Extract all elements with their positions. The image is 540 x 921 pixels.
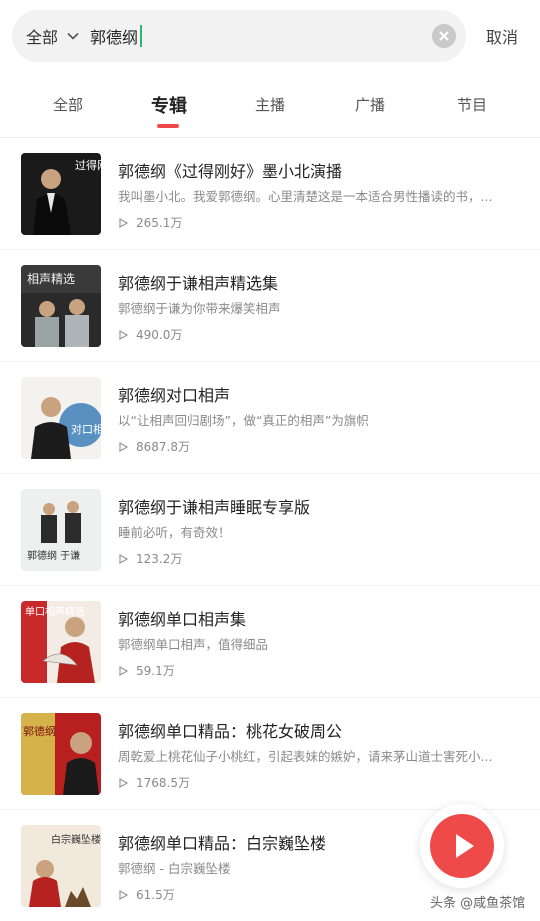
play-count-value: 490.0万 [136, 328, 183, 342]
play-count: 1768.5万 [118, 774, 190, 791]
play-count-icon [119, 217, 128, 228]
play-count-icon [119, 665, 128, 676]
play-count-icon [119, 889, 128, 900]
play-count-value: 123.2万 [136, 552, 183, 566]
play-count-value: 59.1万 [136, 664, 175, 678]
list-item[interactable]: 相声精选 郭德纲于谦相声精选集 郭德纲于谦为你带来爆笑相声 490.0万 [0, 250, 540, 362]
cover-text: 相声精选 [27, 272, 75, 286]
album-desc: 以“让相声回归剧场”，做“真正的相声”为旗帜 [118, 413, 369, 428]
album-cover: 单口相声精选 [21, 601, 101, 683]
clear-icon[interactable] [432, 24, 456, 48]
tab-hosts[interactable]: 主播 [255, 94, 285, 115]
album-cover: 郭德纲 于谦 [21, 489, 101, 571]
album-title: 郭德纲单口精品：白宗巍坠楼 [118, 834, 327, 853]
cover-text: 白宗巍坠楼 [51, 833, 101, 846]
chevron-down-icon [67, 32, 79, 40]
category-tabs: 全部 专辑 主播 广播 节目 [0, 80, 540, 138]
play-count: 265.1万 [118, 214, 182, 231]
tab-all[interactable]: 全部 [53, 94, 83, 115]
list-item[interactable]: 郭德纲 于谦 郭德纲于谦相声睡眠专享版 睡前必听，有奇效！ 123.2万 [0, 474, 540, 586]
list-item[interactable]: 对口相声 郭德纲对口相声 以“让相声回归剧场”，做“真正的相声”为旗帜 8687… [0, 362, 540, 474]
album-cover: 郭德纲 [21, 713, 101, 795]
floating-player-button[interactable] [420, 804, 504, 888]
text-caret [140, 25, 143, 47]
cover-text: 郭德纲 于谦 [27, 549, 80, 562]
list-item[interactable]: 单口相声精选 郭德纲单口相声集 郭德纲单口相声，值得细品 59.1万 [0, 586, 540, 698]
album-title: 郭德纲于谦相声睡眠专享版 [118, 498, 311, 517]
search-scope-label: 全部 [26, 28, 59, 47]
cover-text: 单口相声精选 [25, 605, 85, 618]
play-icon [456, 834, 474, 858]
album-cover: 相声精选 [21, 265, 101, 347]
play-count: 8687.8万 [118, 438, 190, 455]
album-title: 郭德纲《过得刚好》墨小北演播 [118, 162, 343, 181]
search-scope-dropdown[interactable]: 全部 [26, 10, 80, 62]
album-desc: 郭德纲单口相声，值得细品 [118, 637, 269, 652]
cancel-button[interactable]: 取消 [486, 24, 518, 48]
album-title: 郭德纲单口精品：桃花女破周公 [118, 722, 343, 741]
album-cover: 过得刚好 [21, 153, 101, 235]
play-count: 123.2万 [118, 550, 182, 567]
play-count-icon [119, 441, 128, 452]
play-count-icon [119, 777, 128, 788]
album-title: 郭德纲对口相声 [118, 386, 231, 405]
search-query-text: 郭德纲 [90, 28, 139, 47]
search-input[interactable]: 郭德纲 [90, 10, 143, 62]
watermark-text: 头条 @咸鱼茶馆 [430, 896, 526, 911]
search-bar: 全部 郭德纲 取消 [0, 0, 540, 72]
album-desc: 郭德纲于谦为你带来爆笑相声 [118, 301, 281, 316]
tab-programs[interactable]: 节目 [457, 94, 487, 115]
album-cover: 白宗巍坠楼 [21, 825, 101, 907]
album-desc: 周乾爱上桃花仙子小桃红，引起表妹的嫉妒，请来茅山道士害死小... [118, 749, 493, 764]
play-count-value: 265.1万 [136, 216, 183, 230]
play-count-value: 61.5万 [136, 888, 175, 902]
play-count-value: 8687.8万 [136, 440, 190, 454]
play-count-icon [119, 553, 128, 564]
play-count-value: 1768.5万 [136, 776, 190, 790]
cover-text: 过得刚好 [75, 158, 101, 172]
album-cover: 对口相声 [21, 377, 101, 459]
tab-albums[interactable]: 专辑 [151, 92, 187, 118]
play-count-icon [119, 329, 128, 340]
play-button-circle [430, 814, 494, 878]
album-title: 郭德纲于谦相声精选集 [118, 274, 279, 293]
play-count: 59.1万 [118, 662, 175, 679]
cover-text: 对口相声 [71, 422, 101, 436]
album-desc: 我叫墨小北。我爱郭德纲。心里清楚这是一本适合男性播读的书，... [118, 189, 493, 204]
play-count: 490.0万 [118, 326, 182, 343]
search-box[interactable]: 全部 郭德纲 [12, 10, 466, 62]
album-desc: 睡前必听，有奇效！ [118, 525, 231, 540]
cover-text: 郭德纲 [23, 724, 56, 738]
active-tab-indicator [157, 124, 179, 128]
tab-radio[interactable]: 广播 [355, 94, 385, 115]
list-item[interactable]: 郭德纲 郭德纲单口精品：桃花女破周公 周乾爱上桃花仙子小桃红，引起表妹的嫉妒，请… [0, 698, 540, 810]
list-item[interactable]: 过得刚好 郭德纲《过得刚好》墨小北演播 我叫墨小北。我爱郭德纲。心里清楚这是一本… [0, 138, 540, 250]
play-count: 61.5万 [118, 886, 175, 903]
album-title: 郭德纲单口相声集 [118, 610, 247, 629]
